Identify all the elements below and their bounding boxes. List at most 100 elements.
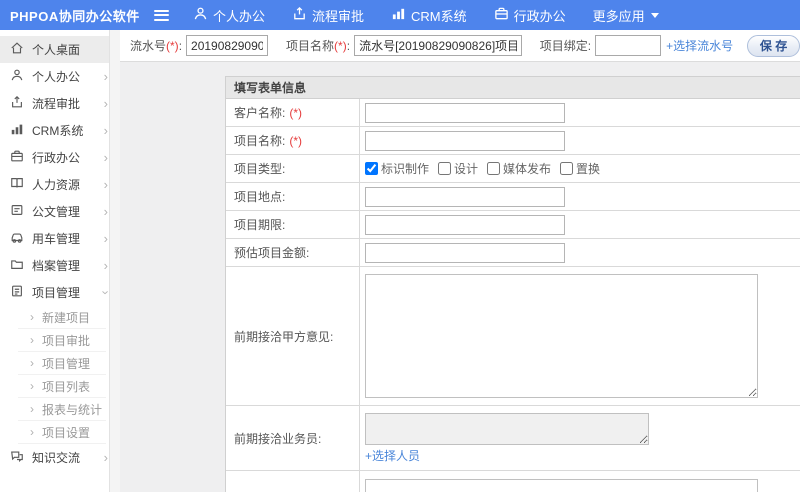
checkbox-sign-making[interactable] xyxy=(365,162,378,175)
field-label xyxy=(226,471,360,492)
sidebar-item-crm[interactable]: CRM系统 › xyxy=(0,117,120,144)
sidebar-item-vehicle-mgmt[interactable]: 用车管理 › xyxy=(0,225,120,252)
sidebar-subitem-new-project[interactable]: › 新建项目 xyxy=(18,306,106,329)
nav-personal-office[interactable]: 个人办公 xyxy=(193,6,265,25)
top-nav: 个人办公 流程审批 CRM系统 行政办公 更多应用 xyxy=(193,6,686,25)
chevron-right-icon: › xyxy=(103,177,108,192)
save-button[interactable]: 保 存 xyxy=(747,34,800,57)
sidebar-item-hr[interactable]: 人力资源 › xyxy=(0,171,120,198)
main-content: 流水号(*): 项目名称(*): 项目绑定: +选择流水号 保 存 填写表单信息… xyxy=(120,30,800,492)
field-label: 项目地点: xyxy=(226,183,360,210)
sidebar-item-project-mgmt[interactable]: 项目管理 › xyxy=(0,279,120,306)
checkbox-replacement[interactable] xyxy=(560,162,574,175)
serial-number-input[interactable] xyxy=(186,35,269,56)
nav-workflow-approval[interactable]: 流程审批 xyxy=(292,6,364,25)
serial-number-label: 流水号(*): xyxy=(130,39,183,53)
field-label: 项目名称: (*) xyxy=(226,127,360,154)
project-binding-input[interactable] xyxy=(595,35,662,56)
form-row-salesperson: 前期接洽业务员: +选择人员 xyxy=(226,406,800,471)
bottom-textarea[interactable] xyxy=(365,479,758,492)
sidebar-subitem-project-settings[interactable]: › 项目设置 xyxy=(18,421,106,444)
sidebar-subitem-reports-stats[interactable]: › 报表与统计 xyxy=(18,398,106,421)
sidebar-subitem-label: 项目设置 xyxy=(42,425,91,440)
select-person-link[interactable]: +选择人员 xyxy=(365,447,420,464)
chart-icon xyxy=(391,6,411,24)
sidebar-subitem-label: 报表与统计 xyxy=(42,402,103,417)
sidebar-item-admin-office[interactable]: 行政办公 › xyxy=(0,144,120,171)
field-label: 项目类型: xyxy=(226,155,360,182)
record-toolbar: 流水号(*): 项目名称(*): 项目绑定: +选择流水号 保 存 xyxy=(120,30,800,62)
chevron-right-icon: › xyxy=(30,356,34,370)
project-name-input[interactable] xyxy=(354,35,522,56)
checkbox-label: 置换 xyxy=(576,162,601,176)
sidebar-item-knowledge-exchange[interactable]: 知识交流 › xyxy=(0,444,120,471)
sidebar-item-label: 流程审批 xyxy=(32,97,81,111)
chevron-right-icon: › xyxy=(103,123,108,138)
nav-label: 行政办公 xyxy=(513,8,566,24)
sidebar-item-label: 个人办公 xyxy=(32,70,81,84)
required-mark: (*) xyxy=(166,39,179,53)
nav-label: 流程审批 xyxy=(312,8,365,24)
sidebar-item-personal-office[interactable]: 个人办公 › xyxy=(0,63,120,90)
nav-label: 个人办公 xyxy=(213,8,266,24)
sidebar-subitem-project-approval[interactable]: › 项目审批 xyxy=(18,329,106,352)
chevron-right-icon: › xyxy=(103,96,108,111)
nav-crm-system[interactable]: CRM系统 xyxy=(391,6,467,25)
flow-icon xyxy=(292,6,312,24)
folder-icon xyxy=(10,257,24,274)
sidebar-item-label: 人力资源 xyxy=(32,178,81,192)
field-label: 项目期限: xyxy=(226,211,360,238)
field-label: 客户名称: (*) xyxy=(226,99,360,126)
form-row-customer-name: 客户名称: (*) xyxy=(226,99,800,127)
sidebar-item-workflow-approval[interactable]: 流程审批 › xyxy=(0,90,120,117)
briefcase-icon xyxy=(494,6,514,24)
sidebar-item-label: 行政办公 xyxy=(32,151,81,165)
checkbox-label: 标识制作 xyxy=(381,162,430,176)
briefcase-icon xyxy=(10,149,24,166)
car-icon xyxy=(10,230,24,247)
user-icon xyxy=(193,6,213,24)
chevron-right-icon: › xyxy=(30,310,34,324)
caret-down-icon xyxy=(650,12,659,18)
sidebar-subitem-label: 项目管理 xyxy=(42,356,91,371)
flow-icon xyxy=(10,95,24,112)
client-opinion-textarea[interactable] xyxy=(365,274,758,398)
form-row-bottom-cutoff xyxy=(226,471,800,492)
user-icon xyxy=(10,68,24,85)
nav-label: 更多应用 xyxy=(592,8,645,24)
sidebar-item-desktop[interactable]: 个人桌面 xyxy=(0,36,120,63)
form-row-project-duration: 项目期限: xyxy=(226,211,800,239)
sidebar-subitem-label: 新建项目 xyxy=(42,310,91,325)
nav-more-apps[interactable]: 更多应用 xyxy=(593,6,659,25)
project-location-input[interactable] xyxy=(365,186,565,207)
sidebar-item-label: CRM系统 xyxy=(32,124,84,138)
estimated-amount-input[interactable] xyxy=(365,242,565,263)
sidebar-scrollbar[interactable] xyxy=(109,30,120,492)
salesperson-textarea[interactable] xyxy=(365,413,649,445)
sidebar-subitem-label: 项目审批 xyxy=(42,333,91,348)
sidebar-item-label: 项目管理 xyxy=(32,286,81,300)
sidebar-item-document-mgmt[interactable]: 公文管理 › xyxy=(0,198,120,225)
project-name-field-input[interactable] xyxy=(365,130,565,151)
sidebar-subitem-project-manage[interactable]: › 项目管理 xyxy=(18,352,106,375)
nav-admin-office[interactable]: 行政办公 xyxy=(494,6,566,25)
checkbox-media-release[interactable] xyxy=(487,162,501,175)
required-mark: (*) xyxy=(334,39,347,53)
app-logo: PHPOA协同办公软件 xyxy=(10,8,140,24)
sidebar-item-archive-mgmt[interactable]: 档案管理 › xyxy=(0,252,120,279)
sidebar-subitem-project-list[interactable]: › 项目列表 xyxy=(18,375,106,398)
chevron-right-icon: › xyxy=(103,150,108,165)
checkbox-label: 设计 xyxy=(454,162,479,176)
select-serial-link[interactable]: +选择流水号 xyxy=(666,37,733,54)
project-name-label: 项目名称(*): xyxy=(286,39,351,53)
sidebar-item-label: 用车管理 xyxy=(32,232,81,246)
sidebar-subitem-label: 项目列表 xyxy=(42,379,91,394)
doc-icon xyxy=(10,203,24,220)
sidebar-item-label: 档案管理 xyxy=(32,259,81,273)
nav-label: CRM系统 xyxy=(411,8,467,24)
checkbox-design[interactable] xyxy=(438,162,452,175)
home-icon xyxy=(10,41,24,58)
customer-name-input[interactable] xyxy=(365,102,565,123)
hamburger-menu-icon[interactable] xyxy=(154,9,169,21)
project-duration-input[interactable] xyxy=(365,214,565,235)
